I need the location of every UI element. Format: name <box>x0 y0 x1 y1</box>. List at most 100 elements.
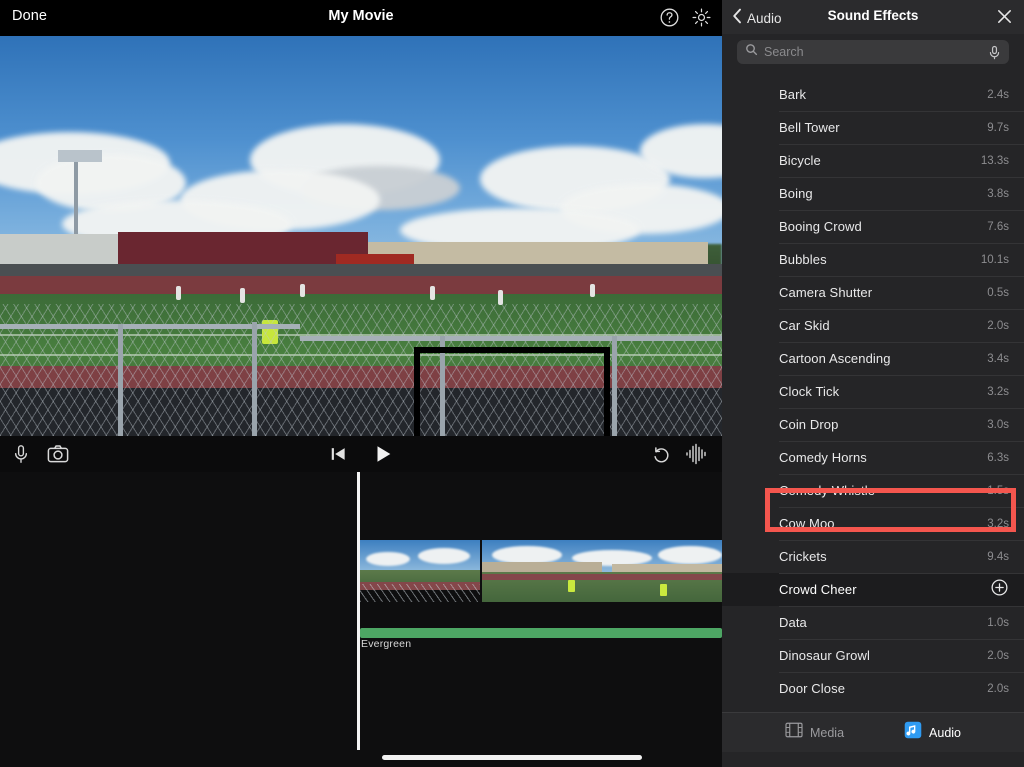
sound-effect-name: Crowd Cheer <box>779 582 857 597</box>
sound-effect-row[interactable]: Comedy Horns 6.3s <box>722 441 1024 474</box>
video-editor: Done My Movie Evergreen <box>0 0 722 767</box>
tab-audio[interactable]: Audio <box>904 721 961 744</box>
clip-cloud <box>658 546 722 564</box>
sound-effect-duration: 1.0s <box>987 616 1009 629</box>
skip-to-start-icon[interactable] <box>328 442 348 466</box>
tab-audio-label: Audio <box>929 725 962 740</box>
sound-effect-name: Bark <box>779 87 807 102</box>
sound-effect-row[interactable]: Clock Tick 3.2s <box>722 375 1024 408</box>
sound-effect-row[interactable]: Cow Moo 3.2s <box>722 507 1024 540</box>
sound-effect-row[interactable]: Crowd Cheer <box>722 573 1024 606</box>
sound-effect-row[interactable]: Booing Crowd 7.6s <box>722 210 1024 243</box>
sound-effect-name: Data <box>779 615 807 630</box>
sound-effect-duration: 9.7s <box>987 121 1009 134</box>
video-preview[interactable] <box>0 36 722 436</box>
player <box>430 286 435 300</box>
preview-annotation-box <box>414 347 610 436</box>
sound-effect-duration: 3.2s <box>987 517 1009 530</box>
video-clip[interactable] <box>360 540 480 602</box>
search-bar[interactable] <box>737 40 1009 64</box>
fence-post <box>252 322 257 436</box>
stadium-light-head <box>58 150 102 162</box>
sound-effect-row[interactable]: Bubbles 10.1s <box>722 243 1024 276</box>
sound-effect-row[interactable]: Boing 3.8s <box>722 177 1024 210</box>
sound-effect-row[interactable]: Cartoon Ascending 3.4s <box>722 342 1024 375</box>
playback-controls <box>0 436 722 472</box>
audio-waveform-icon[interactable] <box>684 442 708 466</box>
sound-effect-duration: 10.1s <box>980 253 1009 266</box>
panel-title: Sound Effects <box>827 8 919 23</box>
sound-effect-row[interactable]: Car Skid 2.0s <box>722 309 1024 342</box>
sound-effect-name: Boing <box>779 186 813 201</box>
sound-effects-list[interactable]: Bark 2.4s Bell Tower 9.7s Bicycle 13.3s Boing 3… <box>722 78 1024 712</box>
clip-referee-vest <box>660 584 667 596</box>
timeline[interactable] <box>0 472 722 767</box>
player <box>498 290 503 305</box>
music-note-icon <box>904 721 922 744</box>
sound-effect-duration: 3.8s <box>987 187 1009 200</box>
sound-effect-duration: 7.6s <box>987 220 1009 233</box>
gear-icon[interactable] <box>691 7 712 28</box>
panel-header: Audio Sound Effects <box>722 0 1024 34</box>
fence-post <box>612 336 617 436</box>
sound-effect-row[interactable]: Bicycle 13.3s <box>722 144 1024 177</box>
sound-effect-duration: 2.0s <box>987 649 1009 662</box>
fence-rail <box>300 336 722 341</box>
camera-icon[interactable] <box>46 442 70 466</box>
tab-media-label: Media <box>809 725 845 740</box>
sound-effect-name: Coin Drop <box>779 417 839 432</box>
panel-tab-bar: Media Audio <box>722 712 1024 752</box>
sound-effect-duration: 2.0s <box>987 319 1009 332</box>
sound-effect-duration: 9.4s <box>987 550 1009 563</box>
sound-effect-row[interactable]: Crickets 9.4s <box>722 540 1024 573</box>
audio-track[interactable] <box>360 628 722 638</box>
sound-effect-name: Bicycle <box>779 153 821 168</box>
sound-effect-row[interactable]: Comedy Whistle 1.5s <box>722 474 1024 507</box>
sound-effect-name: Booing Crowd <box>779 219 862 234</box>
sound-effect-name: Cow Moo <box>779 516 835 531</box>
fence-post <box>118 324 123 436</box>
player <box>176 286 181 300</box>
playhead[interactable] <box>357 472 360 750</box>
sound-effect-duration: 6.3s <box>987 451 1009 464</box>
home-indicator <box>382 755 642 760</box>
microphone-icon[interactable] <box>10 442 32 466</box>
sound-effect-duration: 3.2s <box>987 385 1009 398</box>
video-clip[interactable] <box>480 540 722 602</box>
plus-circle-icon[interactable] <box>990 578 1009 602</box>
tab-media[interactable]: Media <box>785 722 844 743</box>
close-icon[interactable] <box>995 7 1014 31</box>
clip-strip <box>360 540 722 602</box>
sound-effect-row[interactable]: Bell Tower 9.7s <box>722 111 1024 144</box>
audio-track-label: Evergreen <box>361 638 412 650</box>
undo-icon[interactable] <box>650 442 672 466</box>
sound-effect-name: Bubbles <box>779 252 827 267</box>
sound-effect-duration: 13.3s <box>980 154 1009 167</box>
sound-effect-name: Comedy Horns <box>779 450 867 465</box>
clip-referee-vest <box>568 580 575 592</box>
sound-effect-duration: 1.5s <box>987 484 1009 497</box>
player <box>300 284 305 297</box>
search-icon <box>745 43 758 61</box>
sound-effect-name: Comedy Whistle <box>779 483 876 498</box>
sound-effect-name: Dinosaur Growl <box>779 648 870 663</box>
sound-effect-name: Bell Tower <box>779 120 840 135</box>
sound-effect-duration: 3.0s <box>987 418 1009 431</box>
sound-effect-row[interactable]: Door Close 2.0s <box>722 672 1024 705</box>
sound-effect-row[interactable]: Coin Drop 3.0s <box>722 408 1024 441</box>
sound-effect-duration: 2.0s <box>987 682 1009 695</box>
sound-effect-name: Car Skid <box>779 318 830 333</box>
sound-effect-name: Crickets <box>779 549 827 564</box>
question-circle-icon[interactable] <box>659 7 680 28</box>
sound-effect-name: Clock Tick <box>779 384 840 399</box>
sound-effect-row[interactable]: Bark 2.4s <box>722 78 1024 111</box>
clip-fence <box>360 584 480 602</box>
sound-effect-row[interactable]: Dinosaur Growl 2.0s <box>722 639 1024 672</box>
sound-effect-row[interactable]: Camera Shutter 0.5s <box>722 276 1024 309</box>
search-input[interactable] <box>764 45 982 59</box>
microphone-icon[interactable] <box>988 45 1001 60</box>
sound-effect-row[interactable]: Data 1.0s <box>722 606 1024 639</box>
sound-effect-duration: 0.5s <box>987 286 1009 299</box>
play-icon[interactable] <box>372 442 394 466</box>
sound-effect-duration: 3.4s <box>987 352 1009 365</box>
